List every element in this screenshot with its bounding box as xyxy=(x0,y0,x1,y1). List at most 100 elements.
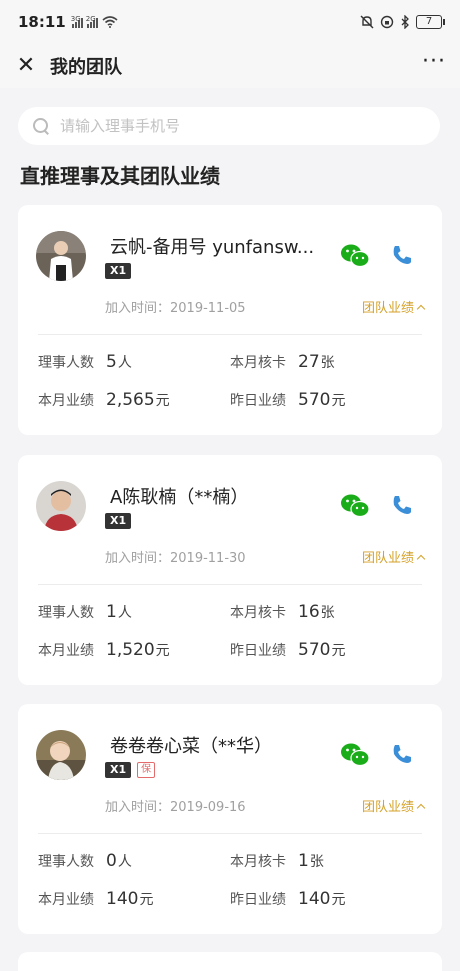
page-title: 我的团队 xyxy=(50,57,122,78)
join-time-label: 加入时间： xyxy=(105,800,171,815)
join-time: 加入时间：2019-11-30 xyxy=(105,547,246,566)
stat-unit: 元 xyxy=(155,643,170,659)
stat-label: 昨日业绩 xyxy=(230,393,286,409)
divider xyxy=(38,833,422,834)
stat-value: 27 xyxy=(298,352,320,372)
nav-bar: ✕ 我的团队 ··· xyxy=(0,44,460,88)
join-time-value: 2019-11-05 xyxy=(170,301,246,316)
status-bar: 18:11 3G 2G 7 xyxy=(0,0,460,44)
stat-value: 5 xyxy=(106,352,117,372)
stat-member-count: 理事人数 1 人 xyxy=(38,602,132,622)
stat-yesterday-perf: 昨日业绩 570 元 xyxy=(230,640,345,660)
team-performance-label: 团队业绩 xyxy=(361,551,414,566)
stat-unit: 元 xyxy=(331,892,346,908)
stat-unit: 元 xyxy=(139,892,154,908)
bluetooth-icon xyxy=(401,15,409,29)
stat-unit: 张 xyxy=(320,605,335,621)
wechat-icon[interactable] xyxy=(340,742,370,768)
stat-unit: 张 xyxy=(309,854,324,870)
stat-monthly-perf: 本月业绩 2,565 元 xyxy=(38,390,170,410)
team-performance-toggle[interactable]: 团队业绩 xyxy=(361,547,426,566)
search-input[interactable] xyxy=(60,117,420,135)
wifi-icon xyxy=(102,16,118,28)
phone-icon[interactable] xyxy=(390,742,414,766)
stat-label: 本月业绩 xyxy=(38,643,94,659)
join-time-label: 加入时间： xyxy=(105,551,171,566)
stat-unit: 元 xyxy=(331,393,346,409)
member-name: A陈耿楠（**楠） xyxy=(110,487,249,508)
stat-label: 本月核卡 xyxy=(230,605,286,621)
stat-yesterday-perf: 昨日业绩 570 元 xyxy=(230,390,345,410)
chevron-up-icon xyxy=(416,554,426,563)
avatar[interactable] xyxy=(36,730,86,780)
join-time: 加入时间：2019-11-05 xyxy=(105,297,246,316)
join-time-value: 2019-09-16 xyxy=(170,800,246,815)
stat-monthly-perf: 本月业绩 1,520 元 xyxy=(38,640,170,660)
stat-label: 理事人数 xyxy=(38,355,94,371)
team-performance-label: 团队业绩 xyxy=(361,800,414,815)
signal-label: 2G xyxy=(85,15,96,23)
stat-value: 570 xyxy=(298,640,331,660)
stat-label: 理事人数 xyxy=(38,854,94,870)
divider xyxy=(38,584,422,585)
stat-monthly-cards: 本月核卡 27 张 xyxy=(230,352,335,372)
join-time: 加入时间：2019-09-16 xyxy=(105,796,246,815)
stat-unit: 元 xyxy=(331,643,346,659)
stat-monthly-cards: 本月核卡 1 张 xyxy=(230,851,324,871)
search-icon xyxy=(32,117,50,135)
level-badge: X1 xyxy=(105,263,132,279)
member-card-partial xyxy=(18,952,442,971)
status-time: 18:11 xyxy=(18,13,66,31)
level-badge: X1 xyxy=(105,762,132,778)
stat-label: 昨日业绩 xyxy=(230,892,286,908)
mute-bell-icon xyxy=(360,15,374,29)
team-performance-toggle[interactable]: 团队业绩 xyxy=(361,297,426,316)
stat-monthly-cards: 本月核卡 16 张 xyxy=(230,602,335,622)
member-name: 卷卷卷心菜（**华） xyxy=(110,736,272,757)
stat-label: 昨日业绩 xyxy=(230,643,286,659)
chevron-up-icon xyxy=(416,803,426,812)
avatar[interactable] xyxy=(36,481,86,531)
stat-value: 2,565 xyxy=(106,390,155,410)
section-title: 直推理事及其团队业绩 xyxy=(20,164,220,188)
status-right-icons: 7 xyxy=(360,15,445,29)
member-card: 卷卷卷心菜（**华） X1 保 加入时间：2019-09-16 团队业绩 理事人… xyxy=(18,704,442,934)
stat-value: 16 xyxy=(298,602,320,622)
signal-icon: 3G xyxy=(70,15,83,28)
join-time-label: 加入时间： xyxy=(105,301,171,316)
avatar[interactable] xyxy=(36,231,86,281)
stat-value: 0 xyxy=(106,851,117,871)
member-badges: X1 保 xyxy=(105,762,156,778)
member-card: A陈耿楠（**楠） X1 加入时间：2019-11-30 团队业绩 理事人数 1… xyxy=(18,455,442,685)
stat-unit: 元 xyxy=(155,393,170,409)
stat-value: 1,520 xyxy=(106,640,155,660)
phone-icon[interactable] xyxy=(390,493,414,517)
member-name: 云帆-备用号 yunfansw... xyxy=(110,237,315,258)
team-performance-label: 团队业绩 xyxy=(361,301,414,316)
member-badges: X1 xyxy=(105,513,132,529)
signal-indicators: 3G 2G xyxy=(70,15,118,28)
join-time-value: 2019-11-30 xyxy=(170,551,246,566)
wechat-icon[interactable] xyxy=(340,493,370,519)
stat-label: 理事人数 xyxy=(38,605,94,621)
signal-icon: 2G xyxy=(85,15,98,28)
stat-label: 本月业绩 xyxy=(38,892,94,908)
more-icon[interactable]: ··· xyxy=(422,51,446,75)
stat-unit: 人 xyxy=(117,605,132,621)
close-icon[interactable]: ✕ xyxy=(14,55,38,77)
stat-value: 140 xyxy=(298,889,331,909)
chevron-up-icon xyxy=(416,304,426,313)
battery-icon: 7 xyxy=(416,15,445,29)
team-performance-toggle[interactable]: 团队业绩 xyxy=(361,796,426,815)
stat-value: 1 xyxy=(298,851,309,871)
wechat-icon[interactable] xyxy=(340,243,370,269)
insurance-badge: 保 xyxy=(137,762,156,778)
phone-icon[interactable] xyxy=(390,243,414,267)
stat-value: 1 xyxy=(106,602,117,622)
search-bar[interactable] xyxy=(18,107,440,145)
signal-label: 3G xyxy=(70,15,81,23)
stat-label: 本月核卡 xyxy=(230,854,286,870)
member-badges: X1 xyxy=(105,263,132,279)
stat-member-count: 理事人数 5 人 xyxy=(38,352,132,372)
stat-label: 本月业绩 xyxy=(38,393,94,409)
